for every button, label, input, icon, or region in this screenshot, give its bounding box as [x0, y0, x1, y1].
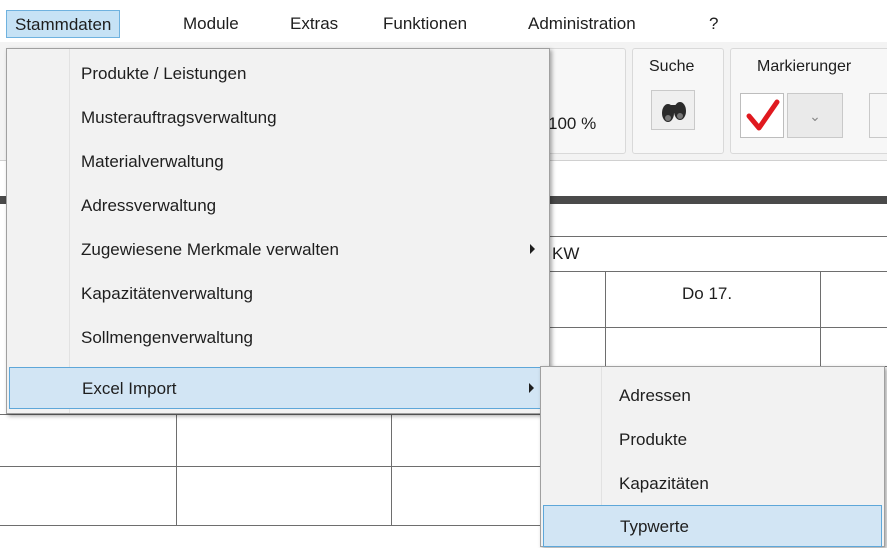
grid-cell[interactable]: [605, 327, 821, 367]
menu-item-sollmengenverwaltung[interactable]: Sollmengenverwaltung: [9, 317, 547, 359]
submenu-arrow-icon: [530, 244, 535, 254]
grid-cell[interactable]: [820, 271, 887, 328]
menu-administration[interactable]: Administration: [528, 10, 636, 38]
checkmark-icon: [746, 99, 780, 131]
grid-cell[interactable]: [391, 414, 543, 467]
chevron-down-icon: ⌄: [809, 108, 821, 124]
menu-item-materialverwaltung[interactable]: Materialverwaltung: [9, 141, 547, 183]
menu-funktionen[interactable]: Funktionen: [383, 10, 467, 38]
menu-item-musterauftragsverwaltung[interactable]: Musterauftragsverwaltung: [9, 97, 547, 139]
kw-header-cell: [540, 236, 887, 272]
grid-cell[interactable]: [540, 327, 610, 367]
grid-cell[interactable]: [391, 466, 543, 526]
grid-cell[interactable]: [176, 414, 393, 467]
markings-label: Markierunger: [757, 58, 852, 75]
grid-cell[interactable]: [540, 271, 610, 328]
zoom-group: [540, 48, 626, 154]
submenu-item-produkte[interactable]: Produkte: [543, 419, 882, 461]
menu-item-produkte-leistungen[interactable]: Produkte / Leistungen: [9, 53, 547, 95]
marking-dropdown-button[interactable]: ⌄: [787, 93, 843, 138]
submenu-arrow-icon: [529, 383, 534, 393]
ribbon-button[interactable]: [869, 93, 887, 138]
menu-module[interactable]: Module: [183, 10, 239, 38]
kw-header: KW: [552, 244, 580, 263]
search-label: Suche: [649, 58, 695, 75]
menu-item-adressverwaltung[interactable]: Adressverwaltung: [9, 185, 547, 227]
zoom-level: 100 %: [548, 114, 597, 133]
excel-import-submenu: Adressen Produkte Kapazitäten Typwerte: [540, 366, 885, 547]
menu-extras[interactable]: Extras: [290, 10, 338, 38]
grid-cell[interactable]: [820, 327, 887, 367]
submenu-item-typwerte[interactable]: Typwerte: [543, 505, 882, 547]
menubar: Stammdaten Module Extras Funktionen Admi…: [0, 0, 887, 42]
menu-stammdaten[interactable]: Stammdaten: [6, 10, 121, 38]
grid-cell[interactable]: [0, 466, 179, 526]
search-button[interactable]: [651, 90, 695, 130]
mark-check-button[interactable]: [740, 93, 784, 138]
menu-item-kapazitaetenverwaltung[interactable]: Kapazitätenverwaltung: [9, 273, 547, 315]
binoculars-icon: [662, 102, 686, 122]
grid-cell[interactable]: [176, 466, 393, 526]
menu-item-excel-import[interactable]: Excel Import: [9, 367, 547, 409]
submenu-item-adressen[interactable]: Adressen: [543, 375, 882, 417]
menu-item-zugewiesene-merkmale[interactable]: Zugewiesene Merkmale verwalten: [9, 229, 547, 271]
menu-help[interactable]: ?: [709, 10, 718, 38]
day-header: Do 17.: [682, 284, 733, 303]
submenu-item-kapazitaeten[interactable]: Kapazitäten: [543, 463, 882, 505]
grid-cell[interactable]: [0, 414, 179, 467]
stammdaten-menu: Produkte / Leistungen Musterauftragsverw…: [6, 48, 550, 414]
